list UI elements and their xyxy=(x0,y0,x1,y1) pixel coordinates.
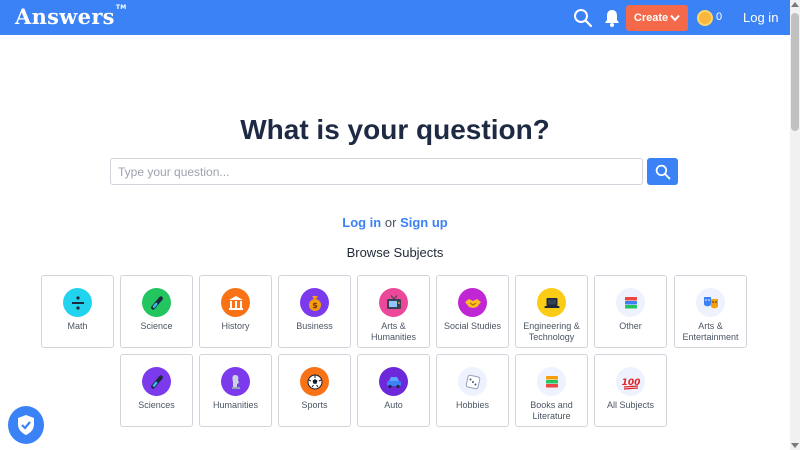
question-search-input[interactable] xyxy=(110,158,643,185)
auth-prompt: Log in or Sign up xyxy=(0,215,790,230)
theater-masks-icon xyxy=(696,288,725,317)
subject-label: Arts & Entertainment xyxy=(682,321,739,342)
money-bag-icon: $ xyxy=(300,288,329,317)
subject-tile-all-subjects[interactable]: 100 All Subjects xyxy=(594,354,667,427)
subject-tile-other[interactable]: Other xyxy=(594,275,667,348)
chevron-down-icon xyxy=(670,14,680,22)
top-navbar: AnswersTM Create 0 Log in xyxy=(0,0,790,35)
or-text: or xyxy=(384,215,397,230)
subject-label: History xyxy=(221,321,250,331)
subject-tile-hobbies[interactable]: Hobbies xyxy=(436,354,509,427)
page-title: What is your question? xyxy=(240,114,550,145)
books-icon xyxy=(616,288,645,317)
test-tube-icon xyxy=(142,367,171,396)
hundred-points-icon: 100 xyxy=(616,367,645,396)
dice-icon xyxy=(458,367,487,396)
subject-label: Social Studies xyxy=(443,321,502,331)
privacy-shield-badge[interactable] xyxy=(8,406,44,444)
search-icon xyxy=(655,164,670,179)
subject-label: Arts & Humanities xyxy=(370,321,417,342)
subject-label: Science xyxy=(140,321,173,331)
divide-icon xyxy=(63,288,92,317)
question-search-button[interactable] xyxy=(647,158,678,185)
notification-bell-icon[interactable] xyxy=(602,8,622,28)
vertical-scrollbar[interactable] xyxy=(790,0,800,450)
shield-check-icon xyxy=(18,415,34,435)
subject-tile-auto[interactable]: Auto xyxy=(357,354,430,427)
subject-label: Hobbies xyxy=(455,400,490,410)
create-button[interactable]: Create xyxy=(626,5,688,31)
subject-label: Auto xyxy=(384,400,403,410)
subject-tile-books-literature[interactable]: Books and Literature xyxy=(515,354,588,427)
subject-tile-science[interactable]: Science xyxy=(120,275,193,348)
search-icon[interactable] xyxy=(573,8,593,28)
signup-link[interactable]: Sign up xyxy=(400,215,448,230)
trademark-mark: TM xyxy=(115,4,127,11)
subject-label: Math xyxy=(67,321,88,331)
subject-label: Other xyxy=(619,321,642,331)
answers-logo[interactable]: AnswersTM xyxy=(15,4,126,29)
subject-tile-arts-entertainment[interactable]: Arts & Entertainment xyxy=(674,275,747,348)
login-link[interactable]: Log in xyxy=(342,215,381,230)
coin-icon xyxy=(697,10,713,26)
laptop-icon xyxy=(537,288,566,317)
car-icon xyxy=(379,367,408,396)
subject-tile-sports[interactable]: Sports xyxy=(278,354,351,427)
museum-icon xyxy=(221,288,250,317)
subject-tile-arts-humanities[interactable]: Arts & Humanities xyxy=(357,275,430,348)
soccer-ball-icon xyxy=(300,367,329,396)
header-login-link[interactable]: Log in xyxy=(743,10,778,25)
subject-tile-sciences[interactable]: Sciences xyxy=(120,354,193,427)
scroll-down-arrow-icon[interactable] xyxy=(791,443,799,448)
subject-label: Humanities xyxy=(212,400,259,410)
handshake-icon xyxy=(458,288,487,317)
subject-tile-humanities[interactable]: Humanities xyxy=(199,354,272,427)
browse-subjects-heading: Browse Subjects xyxy=(346,245,444,260)
tv-icon xyxy=(379,288,408,317)
subject-label: Sciences xyxy=(138,400,175,410)
books-icon xyxy=(537,367,566,396)
subject-label: Engineering & Technology xyxy=(523,321,580,342)
subject-label: Sports xyxy=(301,400,328,410)
subject-tile-business[interactable]: $ Business xyxy=(278,275,351,348)
subject-tile-math[interactable]: Math xyxy=(41,275,114,348)
subject-label: Business xyxy=(296,321,333,331)
create-button-label: Create xyxy=(633,12,669,24)
coin-count: 0 xyxy=(716,11,723,23)
subject-label: Books and Literature xyxy=(530,400,573,421)
test-tube-icon xyxy=(142,288,171,317)
subject-tile-engineering-technology[interactable]: Engineering & Technology xyxy=(515,275,588,348)
subject-tile-social-studies[interactable]: Social Studies xyxy=(436,275,509,348)
subject-tile-history[interactable]: History xyxy=(199,275,272,348)
svg-text:$: $ xyxy=(312,301,318,310)
statue-icon xyxy=(221,367,250,396)
scrollbar-thumb[interactable] xyxy=(791,13,799,131)
scroll-up-arrow-icon[interactable] xyxy=(791,2,799,7)
subject-label: All Subjects xyxy=(606,400,655,410)
